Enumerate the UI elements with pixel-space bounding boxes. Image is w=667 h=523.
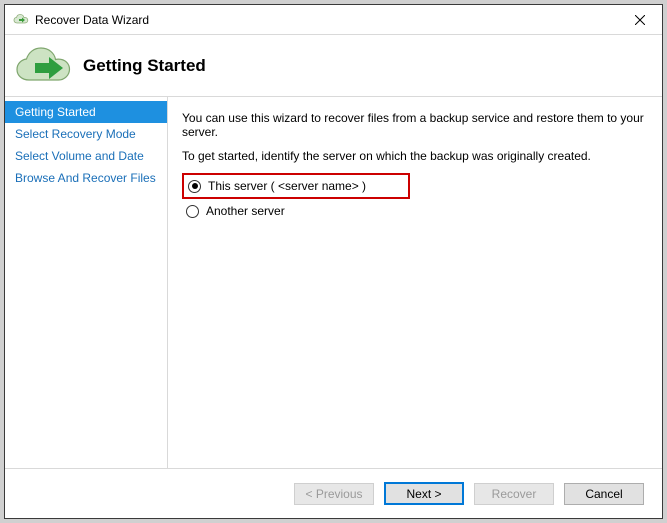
server-radio-group: This server ( <server name> ) Another se… bbox=[182, 173, 648, 223]
intro-text: You can use this wizard to recover files… bbox=[182, 111, 648, 139]
radio-another-server[interactable]: Another server bbox=[182, 199, 648, 223]
window-title: Recover Data Wizard bbox=[35, 13, 617, 27]
radio-indicator bbox=[186, 205, 199, 218]
recover-button: Recover bbox=[474, 483, 554, 505]
close-button[interactable] bbox=[617, 5, 662, 34]
app-icon bbox=[13, 12, 29, 28]
next-button[interactable]: Next > bbox=[384, 482, 464, 505]
radio-label: This server ( <server name> ) bbox=[208, 179, 366, 193]
header-band: Getting Started bbox=[5, 35, 662, 97]
previous-button: < Previous bbox=[294, 483, 374, 505]
sidebar-item-select-volume-and-date[interactable]: Select Volume and Date bbox=[5, 145, 167, 167]
page-title: Getting Started bbox=[83, 56, 206, 76]
footer: < Previous Next > Recover Cancel bbox=[5, 468, 662, 518]
instruction-text: To get started, identify the server on w… bbox=[182, 149, 648, 163]
content-panel: You can use this wizard to recover files… bbox=[168, 97, 662, 468]
sidebar-item-getting-started[interactable]: Getting Started bbox=[5, 101, 167, 123]
radio-indicator bbox=[188, 180, 201, 193]
cancel-button[interactable]: Cancel bbox=[564, 483, 644, 505]
radio-this-server[interactable]: This server ( <server name> ) bbox=[182, 173, 410, 199]
sidebar-item-select-recovery-mode[interactable]: Select Recovery Mode bbox=[5, 123, 167, 145]
sidebar-item-browse-and-recover-files[interactable]: Browse And Recover Files bbox=[5, 167, 167, 189]
sidebar: Getting Started Select Recovery Mode Sel… bbox=[5, 97, 168, 468]
cloud-arrow-icon bbox=[13, 44, 73, 88]
titlebar: Recover Data Wizard bbox=[5, 5, 662, 35]
dialog-window: Recover Data Wizard Getting Started Gett… bbox=[4, 4, 663, 519]
body: Getting Started Select Recovery Mode Sel… bbox=[5, 97, 662, 468]
radio-label: Another server bbox=[206, 204, 285, 218]
